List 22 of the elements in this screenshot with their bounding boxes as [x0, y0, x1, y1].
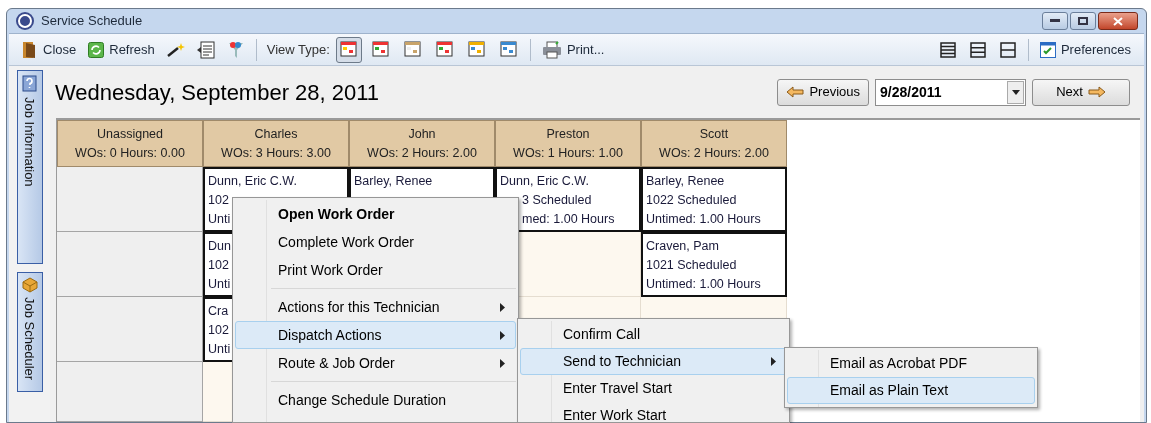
card-text: Unti: [208, 211, 231, 228]
card-text: Unti: [208, 276, 231, 293]
card-text: 1022 Scheduled: [646, 192, 737, 209]
card-text: Dunn, Eric C.W.: [208, 173, 297, 190]
card-text: Unti: [208, 341, 231, 358]
card-text: 102: [208, 192, 229, 209]
card-text: Dun: [208, 238, 231, 255]
card-text: Cra: [208, 303, 229, 320]
view-type-label: View Type:: [266, 40, 330, 59]
card-text: Untimed: 1.00 Hours: [646, 211, 761, 228]
card-text: Barley, Renee: [354, 173, 433, 190]
date-heading: Wednesday, September 28, 2011: [55, 78, 380, 107]
card-text: 102: [208, 257, 229, 274]
window-title: Service Schedule: [41, 12, 143, 31]
card-text: 102: [208, 322, 229, 339]
card-text: 3 Scheduled: [522, 192, 592, 209]
card-text: Craven, Pam: [646, 238, 719, 255]
card-text: Untimed: 1.00 Hours: [646, 276, 761, 293]
card-text: Barley, Renee: [646, 173, 725, 190]
card-text: med: 1.00 Hours: [522, 211, 615, 228]
card-text: Dunn, Eric C.W.: [500, 173, 589, 190]
card-text: 1021 Scheduled: [646, 257, 737, 274]
